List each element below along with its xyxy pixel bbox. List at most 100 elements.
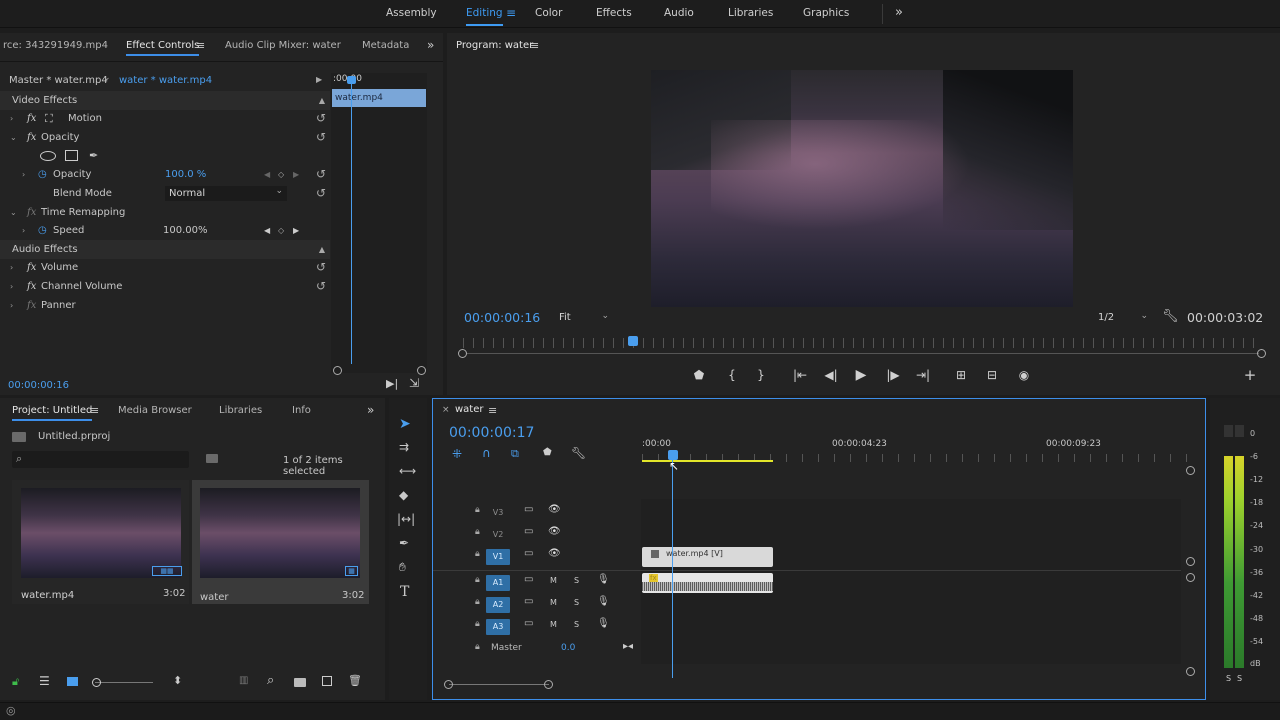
type-tool-icon[interactable]: T (400, 584, 409, 600)
solo-button[interactable]: S (574, 576, 579, 585)
collapse-icon[interactable]: ▲ (319, 91, 325, 110)
expand-icon[interactable]: › (10, 277, 13, 296)
send-icon[interactable]: ⇲ (409, 376, 419, 390)
mark-in-icon[interactable]: { (724, 367, 740, 383)
timeline-timecode[interactable]: 00:00:00:17 (449, 425, 534, 441)
sync-lock-icon[interactable]: ▭ (524, 504, 533, 515)
step-back-icon[interactable]: ◀| (823, 367, 839, 383)
resolution-dropdown[interactable]: 1/2 ⌄ (1094, 310, 1150, 326)
vertical-zoom-handle[interactable] (1186, 557, 1195, 566)
tab-project[interactable]: Project: Untitled (12, 398, 93, 424)
opacity-effect-row[interactable]: ⌄ fx Opacity ↺ (0, 128, 330, 147)
panel-overflow-icon[interactable]: » (427, 38, 434, 52)
more-workspaces-icon[interactable]: » (895, 5, 903, 20)
track-label[interactable]: A1 (486, 575, 510, 591)
add-marker-icon[interactable]: ⬟ (543, 447, 552, 458)
eye-icon[interactable]: 👁︎ (548, 504, 561, 515)
eye-icon[interactable]: 👁︎ (548, 548, 561, 559)
collapse-icon[interactable]: ▲ (319, 240, 325, 259)
effect-controls-timecode[interactable]: 00:00:00:16 (8, 380, 69, 391)
editing-menu-icon[interactable]: ≡ (506, 6, 516, 20)
expand-icon[interactable]: › (10, 258, 13, 277)
fit-dropdown[interactable]: Fit ⌄ (555, 310, 611, 326)
pen-mask-icon[interactable]: ✒ (89, 146, 98, 165)
sort-icon[interactable]: ⬍ (173, 674, 182, 687)
track-label[interactable]: V1 (486, 549, 510, 565)
microphone-icon[interactable]: 🎙︎ (597, 618, 610, 629)
master-volume-value[interactable]: 0.0 (561, 643, 575, 653)
track-label[interactable]: V2 (486, 527, 510, 543)
ellipse-mask-icon[interactable] (40, 151, 56, 161)
export-frame-icon[interactable]: ▶| (386, 377, 398, 390)
mute-button[interactable]: M (550, 598, 557, 607)
vertical-zoom-handle[interactable] (1186, 573, 1195, 582)
program-timecode[interactable]: 00:00:00:16 (464, 310, 540, 325)
lock-icon[interactable]: 🔒︎ (475, 597, 480, 607)
selection-tool-icon[interactable]: ➤ (399, 416, 411, 432)
vertical-zoom-handle[interactable] (1186, 466, 1195, 475)
workspace-tab-assembly[interactable]: Assembly (386, 0, 437, 26)
mini-playhead-handle[interactable] (347, 76, 356, 84)
linked-selection-icon[interactable]: ⧉ (511, 447, 519, 461)
sequence-tab[interactable]: water (455, 404, 484, 415)
video-clip[interactable]: water.mp4 [V] (642, 547, 773, 567)
motion-effect-row[interactable]: › fx ⛶ Motion ↺ (0, 109, 330, 128)
go-to-end-icon[interactable]: ▸◂ (623, 641, 633, 652)
sync-lock-icon[interactable]: ▭ (524, 526, 533, 537)
volume-effect-row[interactable]: › fx Volume ↺ (0, 258, 330, 277)
tab-media-browser[interactable]: Media Browser (118, 398, 192, 424)
vertical-zoom-handle[interactable] (1186, 667, 1195, 676)
workspace-tab-audio[interactable]: Audio (664, 0, 694, 26)
meter-solo-button[interactable]: S (1226, 674, 1231, 683)
clip-selector-label[interactable]: water * water.mp4 (119, 75, 212, 86)
overwrite-icon[interactable]: ⊟ (984, 367, 1000, 383)
new-bin-icon[interactable] (294, 678, 306, 687)
prev-keyframe-icon[interactable]: ◀ (264, 221, 270, 240)
list-view-icon[interactable]: ☰ (39, 674, 50, 688)
program-playhead[interactable] (628, 336, 638, 346)
sync-lock-icon[interactable]: ▭ (524, 618, 533, 629)
next-keyframe-icon[interactable]: ▶ (293, 165, 299, 184)
tab-audio-clip-mixer[interactable]: Audio Clip Mixer: water (225, 33, 341, 59)
track-label[interactable]: A3 (486, 619, 510, 635)
sync-lock-icon[interactable]: ▭ (524, 548, 533, 559)
tab-effect-controls[interactable]: Effect Controls (126, 33, 200, 59)
program-zoom-bar[interactable] (467, 353, 1259, 354)
mini-timeline[interactable] (331, 73, 427, 373)
add-keyframe-icon[interactable]: ◇ (278, 165, 284, 184)
eye-icon[interactable]: 👁︎ (548, 526, 561, 537)
mark-out-icon[interactable]: } (753, 367, 769, 383)
play-icon[interactable]: ▶ (853, 367, 869, 383)
snap-icon[interactable]: ⁜ (452, 447, 462, 461)
panel-menu-icon[interactable]: ≡ (488, 404, 497, 417)
fx-icon[interactable]: fx (27, 109, 36, 128)
meter-solo-button[interactable]: S (1237, 674, 1242, 683)
timeline-playhead[interactable] (672, 454, 673, 678)
solo-button[interactable]: S (574, 620, 579, 629)
zoom-handle-right[interactable] (544, 680, 553, 689)
workspace-tab-color[interactable]: Color (535, 0, 562, 26)
wrench-icon[interactable]: 🔧︎ (571, 446, 586, 460)
lock-icon[interactable]: 🔒︎ (475, 575, 480, 585)
fx-icon[interactable]: fx (27, 258, 36, 277)
expand-icon[interactable]: › (10, 109, 13, 128)
sync-lock-icon[interactable]: ▭ (524, 596, 533, 607)
reset-icon[interactable]: ↺ (316, 128, 326, 147)
export-frame-icon[interactable]: ◉ (1016, 367, 1032, 383)
track-label[interactable]: A2 (486, 597, 510, 613)
workspace-tab-libraries[interactable]: Libraries (728, 0, 773, 26)
tab-libraries[interactable]: Libraries (219, 398, 262, 424)
lock-icon[interactable]: 🔒︎ (475, 619, 480, 629)
master-clip-label[interactable]: Master * water.mp4 (9, 75, 108, 86)
magnet-icon[interactable]: ∩ (482, 446, 491, 460)
trash-icon[interactable]: 🗑︎ (348, 674, 362, 687)
solo-button[interactable]: S (574, 598, 579, 607)
channel-volume-effect-row[interactable]: › fx Channel Volume ↺ (0, 277, 330, 296)
step-forward-icon[interactable]: |▶ (885, 367, 901, 383)
panel-menu-icon[interactable]: ≡ (196, 39, 205, 52)
mute-button[interactable]: M (550, 620, 557, 629)
icon-view-icon[interactable] (67, 677, 78, 686)
slip-tool-icon[interactable]: |↔| (397, 512, 415, 526)
fx-icon[interactable]: fx (27, 128, 36, 147)
collapse-icon[interactable]: ⌄ (10, 128, 17, 147)
